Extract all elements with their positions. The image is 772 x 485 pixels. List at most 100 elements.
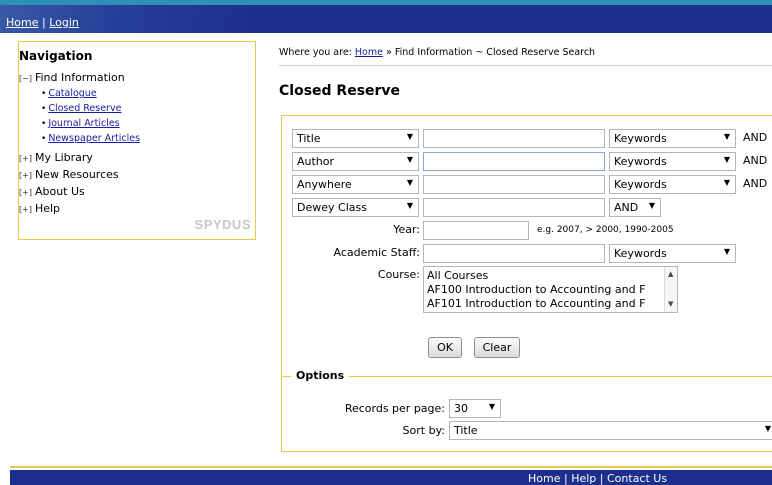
academic-staff-match-select[interactable]: Keywords ▼: [609, 244, 736, 263]
year-hint: e.g. 2007, > 2000, 1990-2005: [537, 225, 674, 235]
search-term-input-1[interactable]: [423, 129, 605, 148]
match-select-3[interactable]: Keywords ▼: [609, 175, 736, 194]
clear-button[interactable]: Clear: [474, 337, 520, 358]
ok-button[interactable]: OK: [428, 337, 462, 358]
expand-toggle-icon[interactable]: [+]: [19, 171, 32, 180]
nav-item-help[interactable]: [+] Help: [19, 202, 60, 215]
course-option[interactable]: AF101 Introduction to Accounting and F: [427, 297, 645, 310]
spydus-logo: SPYDUS: [194, 217, 251, 232]
footer-home-link[interactable]: Home: [528, 472, 560, 485]
login-link[interactable]: Login: [49, 16, 79, 29]
navigation-panel: Navigation [−] Find Information • Catalogu…: [18, 41, 256, 240]
scroll-down-icon[interactable]: ▼: [668, 300, 673, 308]
nav-item-label: Find Information: [34, 71, 125, 84]
match-select-2[interactable]: Keywords ▼: [609, 152, 736, 171]
options-divider: [282, 376, 772, 377]
listbox-scrollbar[interactable]: ▲ ▼: [664, 267, 677, 312]
breadcrumb-home-link[interactable]: Home: [355, 47, 383, 58]
boolean-operator-select-2[interactable]: AND: [743, 154, 767, 167]
nav-item-new-resources[interactable]: [+] New Resources: [19, 168, 119, 181]
expand-toggle-icon[interactable]: [+]: [19, 205, 32, 214]
match-select-value: Keywords: [614, 132, 667, 145]
nav-link-catalogue[interactable]: Catalogue: [48, 88, 96, 99]
records-per-page-value: 30: [454, 402, 468, 415]
footer-separator: |: [563, 472, 568, 485]
dropdown-arrow-icon: ▼: [406, 155, 413, 164]
course-label: Course:: [377, 268, 420, 281]
academic-staff-label: Academic Staff:: [333, 246, 420, 259]
records-per-page-select[interactable]: 30 ▼: [449, 399, 501, 418]
breadcrumb-divider: [279, 65, 772, 66]
footer-contact-link[interactable]: Contact Us: [607, 472, 667, 485]
search-term-input-3[interactable]: [423, 175, 605, 194]
boolean-operator-select-1[interactable]: AND: [743, 131, 767, 144]
nav-item-find-information[interactable]: [−] Find Information: [19, 71, 125, 84]
field-select-3[interactable]: Anywhere ▼: [292, 175, 419, 194]
top-links: Home | Login: [6, 16, 79, 29]
field-select-1[interactable]: Title ▼: [292, 129, 419, 148]
nav-link-closed-reserve[interactable]: Closed Reserve: [48, 103, 121, 114]
bullet-icon: •: [41, 89, 47, 99]
bullet-icon: •: [41, 104, 47, 114]
year-input[interactable]: [423, 221, 529, 240]
dropdown-arrow-icon: ▼: [723, 155, 730, 164]
nav-item-my-library[interactable]: [+] My Library: [19, 151, 93, 164]
bullet-icon: •: [41, 119, 47, 129]
field-select-2[interactable]: Author ▼: [292, 152, 419, 171]
dropdown-arrow-icon: ▼: [648, 201, 655, 210]
footer-links: Home | Help | Contact Us: [528, 472, 667, 485]
course-option[interactable]: AF100 Introduction to Accounting and F: [427, 283, 645, 296]
dropdown-arrow-icon: ▼: [406, 132, 413, 141]
field-select-value: Author: [297, 155, 335, 168]
nav-link-newspaper-articles[interactable]: Newspaper Articles: [48, 133, 140, 144]
boolean-operator-select-4[interactable]: AND ▼: [609, 198, 661, 217]
boolean-operator-select-3[interactable]: AND: [743, 177, 767, 190]
breadcrumb-prefix: Where you are:: [279, 47, 352, 58]
sort-by-label: Sort by:: [402, 424, 445, 437]
academic-staff-input[interactable]: [423, 244, 605, 263]
nav-item-label: About Us: [34, 185, 85, 198]
breadcrumb-path: » Find Information ~ Closed Reserve Sear…: [386, 47, 596, 58]
home-link[interactable]: Home: [6, 16, 38, 29]
match-select-1[interactable]: Keywords ▼: [609, 129, 736, 148]
course-option[interactable]: All Courses: [427, 269, 488, 282]
records-per-page-label: Records per page:: [344, 402, 445, 415]
expand-toggle-icon[interactable]: [+]: [19, 154, 32, 163]
match-select-value: Keywords: [614, 155, 667, 168]
field-select-value: Anywhere: [297, 178, 352, 191]
course-listbox[interactable]: All Courses AF100 Introduction to Accoun…: [423, 266, 678, 313]
footer-accent-line: [10, 466, 772, 468]
collapse-toggle-icon[interactable]: [−]: [19, 74, 32, 83]
sort-by-select[interactable]: Title ▼: [449, 421, 772, 440]
search-term-input-4[interactable]: [423, 198, 605, 217]
options-legend: Options: [291, 369, 350, 382]
footer-help-link[interactable]: Help: [571, 472, 596, 485]
dropdown-arrow-icon: ▼: [764, 424, 771, 433]
footer-separator: |: [599, 472, 604, 485]
nav-item-label: My Library: [34, 151, 93, 164]
header-bar: Home | Login: [0, 5, 772, 33]
year-label: Year:: [393, 223, 420, 236]
field-select-value: Dewey Class: [297, 201, 367, 214]
search-term-input-2[interactable]: [423, 152, 605, 171]
match-select-value: Keywords: [614, 178, 667, 191]
nav-item-label: Help: [34, 202, 61, 215]
field-select-value: Title: [297, 132, 321, 145]
nav-item-about-us[interactable]: [+] About Us: [19, 185, 85, 198]
scroll-up-icon[interactable]: ▲: [668, 270, 673, 278]
top-links-separator: |: [41, 16, 46, 29]
sort-by-value: Title: [454, 424, 478, 437]
dropdown-arrow-icon: ▼: [488, 402, 495, 411]
operator-select-value: AND: [614, 201, 639, 214]
nav-link-journal-articles[interactable]: Journal Articles: [48, 118, 119, 129]
breadcrumb: Where you are: Home » Find Information ~…: [279, 47, 595, 58]
expand-toggle-icon[interactable]: [+]: [19, 188, 32, 197]
bullet-icon: •: [41, 134, 47, 144]
dropdown-arrow-icon: ▼: [723, 132, 730, 141]
dropdown-arrow-icon: ▼: [723, 247, 730, 256]
field-select-4[interactable]: Dewey Class ▼: [292, 198, 419, 217]
footer-bar: Home | Help | Contact Us: [10, 470, 772, 485]
dropdown-arrow-icon: ▼: [406, 201, 413, 210]
dropdown-arrow-icon: ▼: [723, 178, 730, 187]
dropdown-arrow-icon: ▼: [406, 178, 413, 187]
